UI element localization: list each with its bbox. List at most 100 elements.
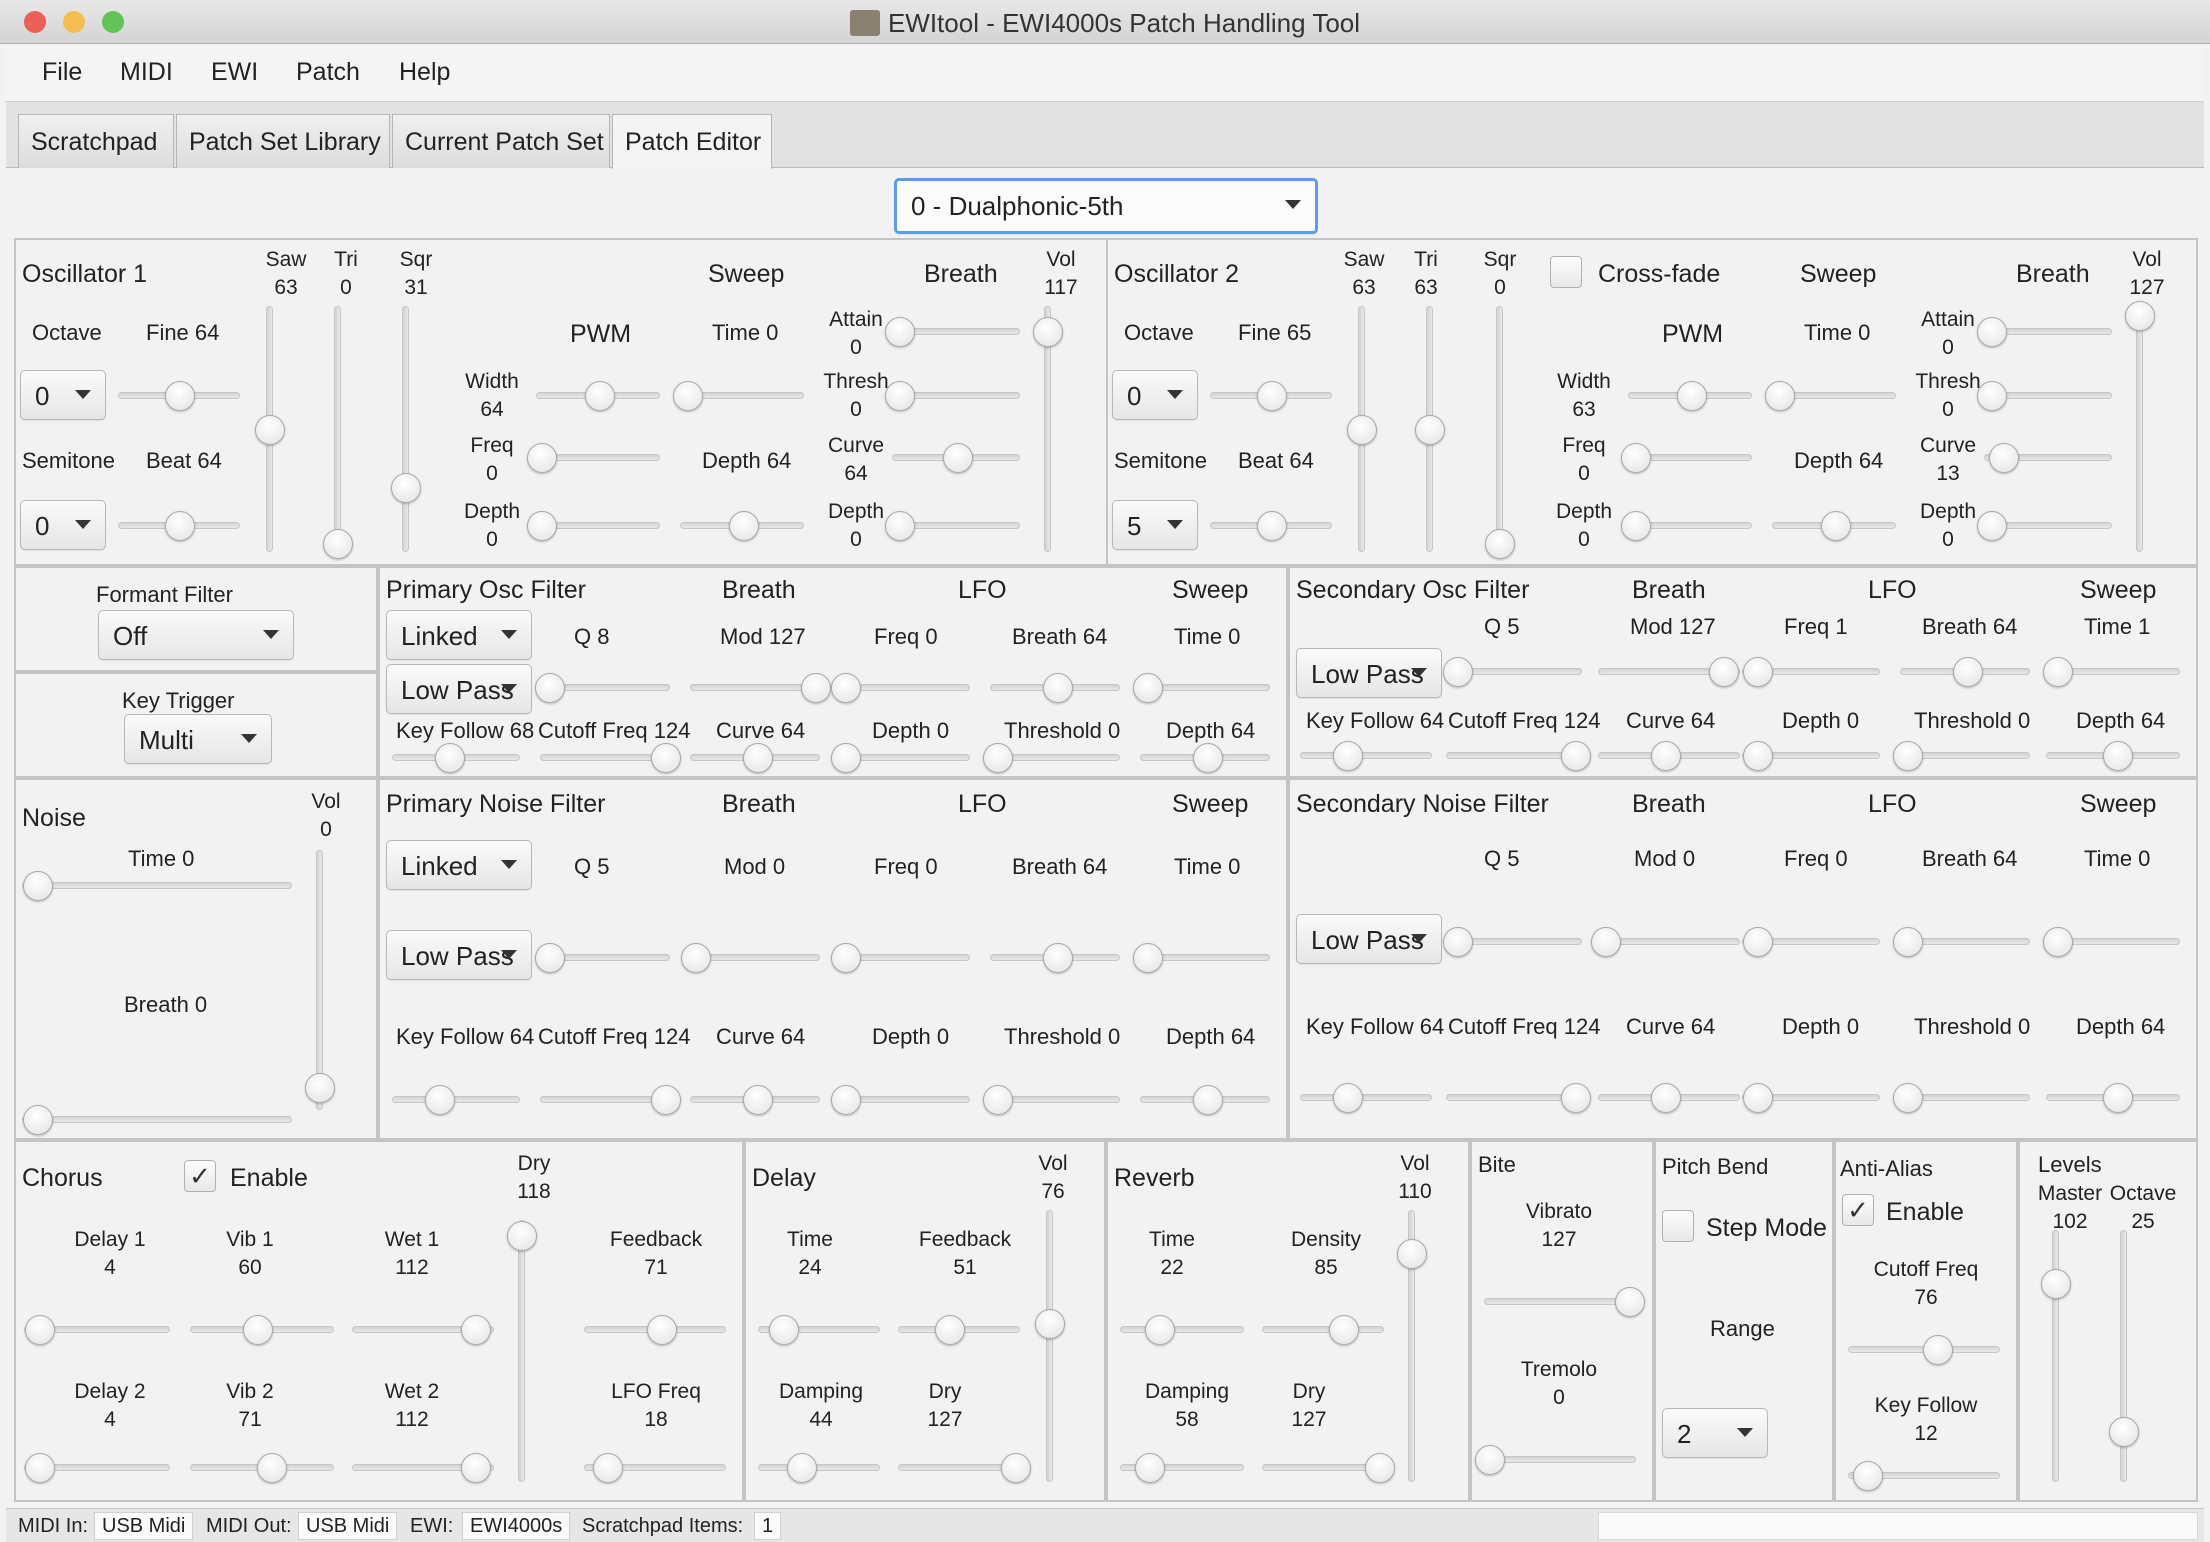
horizontal-slider[interactable] bbox=[1742, 1082, 1880, 1114]
tab-scratchpad[interactable]: Scratchpad bbox=[18, 114, 174, 168]
horizontal-slider[interactable] bbox=[1977, 316, 2112, 348]
horizontal-slider[interactable] bbox=[1262, 1452, 1395, 1484]
vertical-slider[interactable] bbox=[1346, 306, 1378, 552]
horizontal-slider[interactable] bbox=[1591, 926, 1740, 958]
slider-knob[interactable] bbox=[1893, 1083, 1923, 1113]
menu-midi[interactable]: MIDI bbox=[120, 58, 173, 87]
slider-knob[interactable] bbox=[1677, 381, 1707, 411]
slider-knob[interactable] bbox=[681, 943, 711, 973]
horizontal-slider[interactable] bbox=[1210, 510, 1332, 542]
slider-knob[interactable] bbox=[23, 871, 53, 901]
slider-knob[interactable] bbox=[1257, 511, 1287, 541]
vertical-slider[interactable] bbox=[322, 306, 354, 559]
slider-knob[interactable] bbox=[1821, 511, 1851, 541]
vertical-slider[interactable] bbox=[1484, 306, 1516, 559]
slider-knob[interactable] bbox=[1035, 1309, 1065, 1339]
slider-knob[interactable] bbox=[1257, 381, 1287, 411]
slider-knob[interactable] bbox=[743, 1085, 773, 1115]
slider-knob[interactable] bbox=[1765, 381, 1795, 411]
slider-knob[interactable] bbox=[1001, 1453, 1031, 1483]
slider-knob[interactable] bbox=[1709, 657, 1739, 687]
horizontal-slider[interactable] bbox=[831, 672, 970, 704]
pitch-bend-range-select[interactable]: 2 bbox=[1662, 1408, 1768, 1458]
pof-type-select[interactable]: Low Pass bbox=[386, 664, 532, 714]
slider-knob[interactable] bbox=[651, 743, 681, 773]
horizontal-slider[interactable] bbox=[690, 1084, 820, 1116]
slider-knob[interactable] bbox=[935, 1315, 965, 1345]
formant-filter-select[interactable]: Off bbox=[98, 610, 294, 660]
horizontal-slider[interactable] bbox=[527, 442, 660, 474]
slider-knob[interactable] bbox=[1893, 927, 1923, 957]
horizontal-slider[interactable] bbox=[190, 1452, 334, 1484]
slider-knob[interactable] bbox=[593, 1453, 623, 1483]
slider-knob[interactable] bbox=[1443, 927, 1473, 957]
horizontal-slider[interactable] bbox=[392, 742, 520, 774]
osc2-semitone-select[interactable]: 5 bbox=[1112, 500, 1198, 550]
horizontal-slider[interactable] bbox=[1628, 380, 1752, 412]
slider-knob[interactable] bbox=[1133, 673, 1163, 703]
patch-select[interactable]: 0 - Dualphonic-5th bbox=[894, 178, 1318, 234]
vertical-slider[interactable] bbox=[304, 850, 336, 1110]
slider-knob[interactable] bbox=[25, 1453, 55, 1483]
menu-file[interactable]: File bbox=[42, 58, 82, 87]
slider-knob[interactable] bbox=[1977, 381, 2007, 411]
slider-knob[interactable] bbox=[25, 1315, 55, 1345]
horizontal-slider[interactable] bbox=[2043, 656, 2180, 688]
vertical-slider[interactable] bbox=[2124, 301, 2156, 552]
horizontal-slider[interactable] bbox=[1446, 740, 1591, 772]
slider-knob[interactable] bbox=[801, 673, 831, 703]
horizontal-slider[interactable] bbox=[1443, 656, 1582, 688]
horizontal-slider[interactable] bbox=[1300, 1082, 1432, 1114]
slider-knob[interactable] bbox=[743, 743, 773, 773]
horizontal-slider[interactable] bbox=[1446, 1082, 1591, 1114]
horizontal-slider[interactable] bbox=[831, 942, 970, 974]
horizontal-slider[interactable] bbox=[1621, 442, 1752, 474]
osc1-semitone-select[interactable]: 0 bbox=[20, 500, 106, 550]
slider-knob[interactable] bbox=[23, 1105, 53, 1135]
horizontal-slider[interactable] bbox=[535, 942, 670, 974]
horizontal-slider[interactable] bbox=[983, 742, 1120, 774]
slider-knob[interactable] bbox=[1651, 741, 1681, 771]
horizontal-slider[interactable] bbox=[1742, 740, 1880, 772]
horizontal-slider[interactable] bbox=[584, 1452, 726, 1484]
slider-knob[interactable] bbox=[1443, 657, 1473, 687]
slider-knob[interactable] bbox=[1621, 443, 1651, 473]
slider-knob[interactable] bbox=[983, 743, 1013, 773]
horizontal-slider[interactable] bbox=[24, 1314, 170, 1346]
osc2-octave-select[interactable]: 0 bbox=[1112, 370, 1198, 420]
slider-knob[interactable] bbox=[1133, 943, 1163, 973]
slider-knob[interactable] bbox=[1977, 317, 2007, 347]
horizontal-slider[interactable] bbox=[22, 1104, 292, 1136]
slider-knob[interactable] bbox=[1591, 927, 1621, 957]
slider-knob[interactable] bbox=[1853, 1461, 1883, 1491]
slider-knob[interactable] bbox=[769, 1315, 799, 1345]
horizontal-slider[interactable] bbox=[1598, 740, 1740, 772]
slider-knob[interactable] bbox=[651, 1085, 681, 1115]
horizontal-slider[interactable] bbox=[1300, 740, 1432, 772]
slider-knob[interactable] bbox=[1615, 1287, 1645, 1317]
horizontal-slider[interactable] bbox=[1848, 1334, 2000, 1366]
slider-knob[interactable] bbox=[2103, 1083, 2133, 1113]
horizontal-slider[interactable] bbox=[1443, 926, 1582, 958]
slider-knob[interactable] bbox=[885, 511, 915, 541]
horizontal-slider[interactable] bbox=[1984, 442, 2112, 474]
slider-knob[interactable] bbox=[1193, 743, 1223, 773]
horizontal-slider[interactable] bbox=[392, 1084, 520, 1116]
horizontal-slider[interactable] bbox=[352, 1452, 494, 1484]
horizontal-slider[interactable] bbox=[352, 1314, 494, 1346]
slider-knob[interactable] bbox=[1561, 1083, 1591, 1113]
pnf-type-select[interactable]: Low Pass bbox=[386, 930, 532, 980]
slider-knob[interactable] bbox=[435, 743, 465, 773]
horizontal-slider[interactable] bbox=[1893, 926, 2030, 958]
slider-knob[interactable] bbox=[1989, 443, 2019, 473]
slider-knob[interactable] bbox=[787, 1453, 817, 1483]
horizontal-slider[interactable] bbox=[1765, 380, 1896, 412]
slider-knob[interactable] bbox=[1743, 741, 1773, 771]
slider-knob[interactable] bbox=[1893, 741, 1923, 771]
horizontal-slider[interactable] bbox=[831, 1084, 970, 1116]
slider-knob[interactable] bbox=[831, 743, 861, 773]
horizontal-slider[interactable] bbox=[2043, 926, 2180, 958]
slider-knob[interactable] bbox=[2109, 1417, 2139, 1447]
slider-knob[interactable] bbox=[257, 1453, 287, 1483]
slider-knob[interactable] bbox=[673, 381, 703, 411]
